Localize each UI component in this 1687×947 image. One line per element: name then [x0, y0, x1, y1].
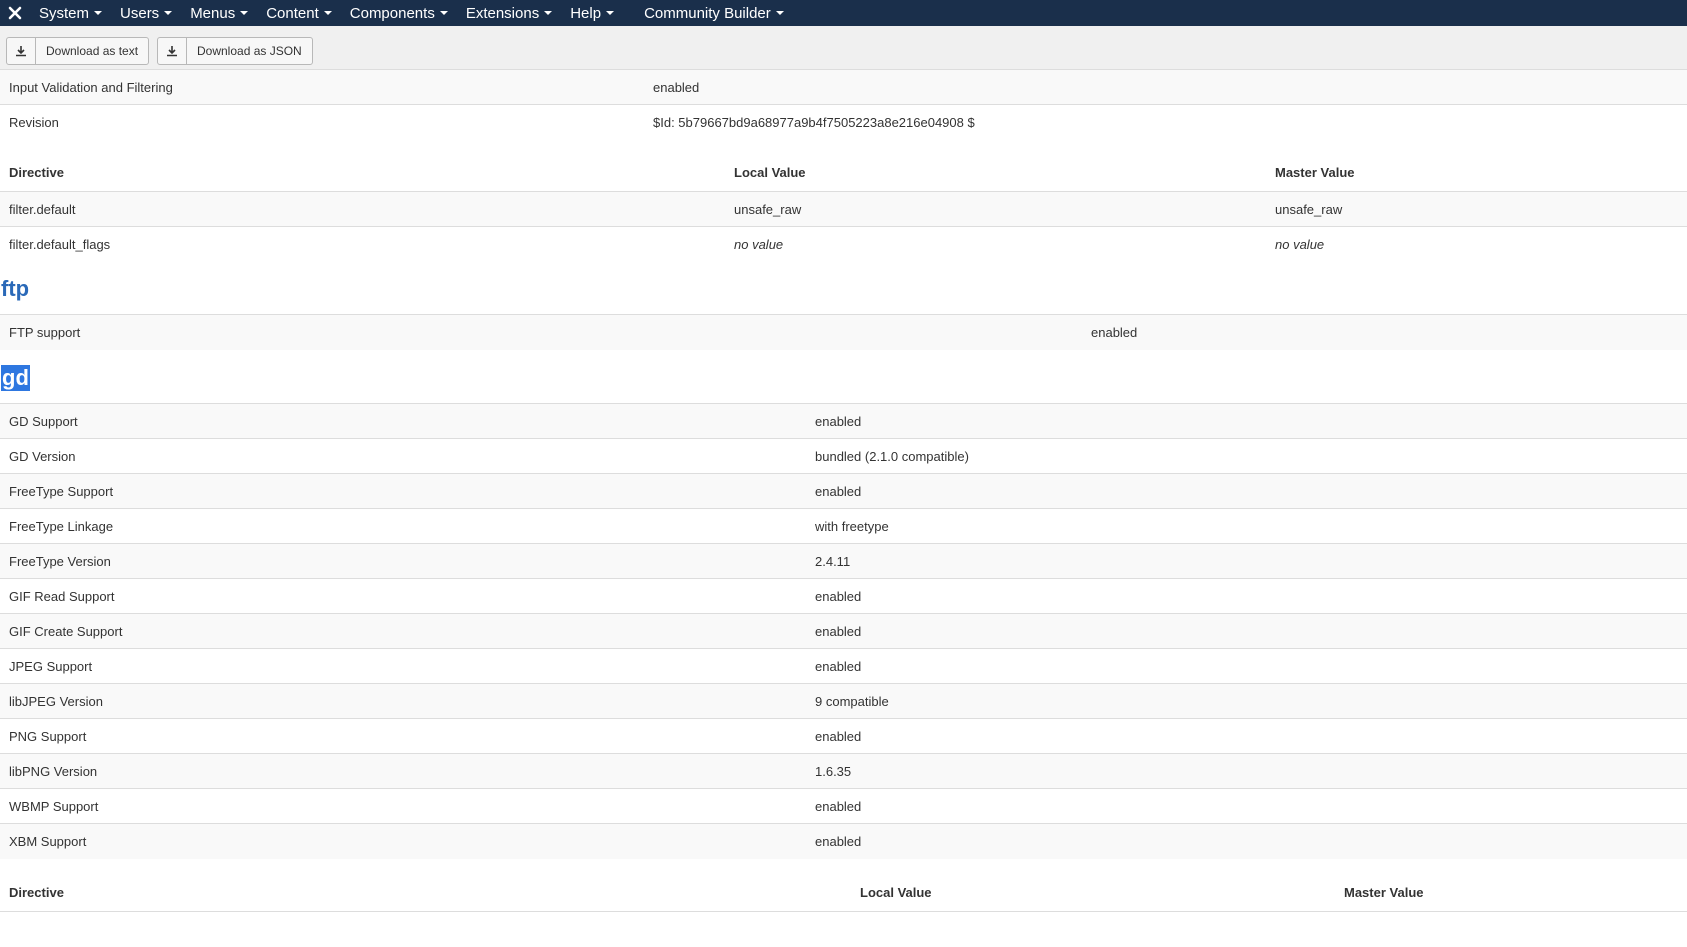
section-title-gd: gd	[1, 365, 30, 391]
download-icon	[7, 38, 36, 64]
download-icon	[158, 38, 187, 64]
table-row: FTP support enabled	[0, 314, 1687, 350]
download-json-button[interactable]: Download as JSON	[157, 37, 313, 65]
nav-help[interactable]: Help	[561, 0, 623, 26]
table-row	[0, 911, 1687, 947]
caret-down-icon	[94, 11, 103, 15]
download-text-button[interactable]: Download as text	[6, 37, 150, 65]
table-row: GD Version bundled (2.1.0 compatible)	[0, 438, 1687, 474]
table-row: FreeType Support enabled	[0, 473, 1687, 509]
joomla-logo-icon[interactable]	[0, 0, 30, 26]
caret-down-icon	[439, 11, 448, 15]
caret-down-icon	[775, 11, 784, 15]
caret-down-icon	[164, 11, 173, 15]
table-row: GIF Create Support enabled	[0, 613, 1687, 649]
table-row: libJPEG Version 9 compatible	[0, 683, 1687, 719]
nav-components[interactable]: Components	[341, 0, 457, 26]
nav-extensions[interactable]: Extensions	[457, 0, 561, 26]
table-row: Input Validation and Filtering enabled	[0, 69, 1687, 105]
caret-down-icon	[606, 11, 615, 15]
top-navbar: System Users Menus Content Components Ex…	[0, 0, 1687, 26]
caret-down-icon	[323, 11, 332, 15]
table-row: JPEG Support enabled	[0, 648, 1687, 684]
nav-menus[interactable]: Menus	[181, 0, 257, 26]
table-row: filter.default_flags no value no value	[0, 226, 1687, 262]
table-row: filter.default unsafe_raw unsafe_raw	[0, 191, 1687, 227]
table-row: FreeType Version 2.4.11	[0, 543, 1687, 579]
table-row: Revision $Id: 5b79667bd9a68977a9b4f75052…	[0, 104, 1687, 140]
nav-content[interactable]: Content	[257, 0, 341, 26]
table-row: libPNG Version 1.6.35	[0, 753, 1687, 789]
table-row: FreeType Linkage with freetype	[0, 508, 1687, 544]
table-header: Directive Local Value Master Value	[9, 165, 1355, 180]
section-title-ftp: ftp	[1, 276, 30, 301]
table-header: Directive Local Value Master Value	[9, 885, 1424, 900]
nav-community-builder[interactable]: Community Builder	[635, 0, 793, 26]
table-row: XBM Support enabled	[0, 823, 1687, 859]
table-row: WBMP Support enabled	[0, 788, 1687, 824]
table-row: GD Support enabled	[0, 403, 1687, 439]
nav-users[interactable]: Users	[111, 0, 181, 26]
nav-system[interactable]: System	[30, 0, 111, 26]
caret-down-icon	[240, 11, 249, 15]
table-row: PNG Support enabled	[0, 718, 1687, 754]
table-row: GIF Read Support enabled	[0, 578, 1687, 614]
caret-down-icon	[544, 11, 553, 15]
